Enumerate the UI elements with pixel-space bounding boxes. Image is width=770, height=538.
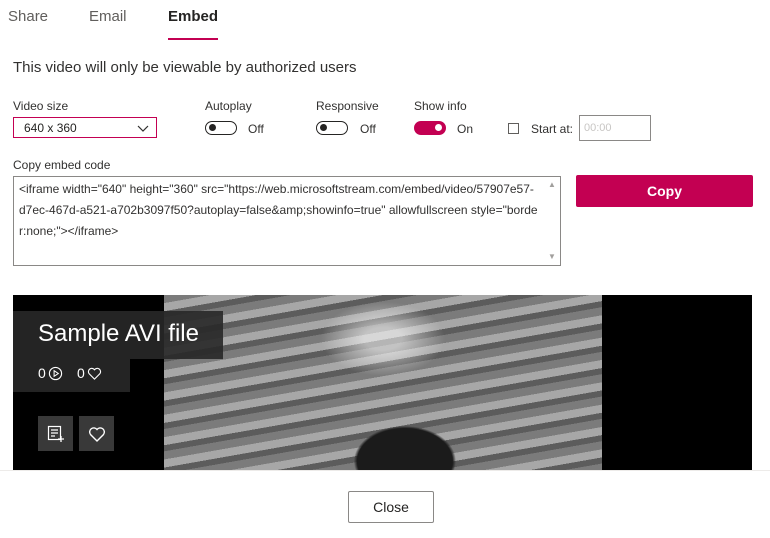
copy-button[interactable]: Copy	[576, 175, 753, 207]
show-info-toggle[interactable]	[414, 121, 446, 135]
autoplay-toggle[interactable]	[205, 121, 237, 135]
embed-code-text: <iframe width="640" height="360" src="ht…	[19, 182, 538, 238]
autoplay-label: Autoplay	[205, 99, 252, 113]
responsive-label: Responsive	[316, 99, 379, 113]
footer-divider	[0, 470, 770, 471]
video-stats: 0 0	[13, 359, 130, 392]
tab-share[interactable]: Share	[8, 8, 48, 25]
embed-code-scrollbar[interactable]: ▲ ▼	[544, 177, 560, 265]
heart-icon	[88, 427, 106, 442]
add-to-playlist-button[interactable]	[38, 416, 73, 451]
likes-stat: 0	[77, 365, 102, 381]
like-button[interactable]	[79, 416, 114, 451]
responsive-toggle[interactable]	[316, 121, 348, 135]
embed-code-textarea[interactable]: <iframe width="640" height="360" src="ht…	[13, 176, 561, 266]
tab-bar: Share Email Embed	[0, 0, 770, 40]
close-button[interactable]: Close	[348, 491, 434, 523]
chevron-down-icon	[137, 125, 149, 132]
scroll-up-icon[interactable]: ▲	[548, 180, 556, 189]
video-player[interactable]: Sample AVI file 0 0	[13, 295, 752, 470]
video-size-select[interactable]: 640 x 360	[13, 117, 157, 138]
scroll-down-icon[interactable]: ▼	[548, 252, 556, 261]
heart-icon	[87, 367, 101, 380]
embed-code-label: Copy embed code	[13, 158, 111, 172]
video-size-value: 640 x 360	[24, 121, 77, 135]
views-stat: 0	[38, 365, 63, 381]
autoplay-state: Off	[248, 122, 264, 136]
tab-email[interactable]: Email	[89, 8, 127, 25]
start-at-input[interactable]	[579, 115, 651, 141]
views-count: 0	[38, 365, 46, 381]
start-at-checkbox[interactable]	[508, 123, 519, 134]
authorization-notice: This video will only be viewable by auth…	[13, 59, 357, 76]
video-title: Sample AVI file	[38, 320, 199, 347]
responsive-state: Off	[360, 122, 376, 136]
add-to-playlist-icon	[47, 425, 64, 442]
start-at-label: Start at:	[531, 122, 574, 136]
active-tab-indicator	[168, 38, 218, 40]
tab-embed[interactable]: Embed	[168, 8, 218, 25]
show-info-label: Show info	[414, 99, 467, 113]
show-info-state: On	[457, 122, 474, 136]
video-title-box: Sample AVI file	[13, 311, 223, 359]
video-frame	[164, 295, 602, 470]
video-size-label: Video size	[13, 99, 69, 113]
likes-count: 0	[77, 365, 85, 381]
play-circle-icon	[48, 366, 62, 380]
